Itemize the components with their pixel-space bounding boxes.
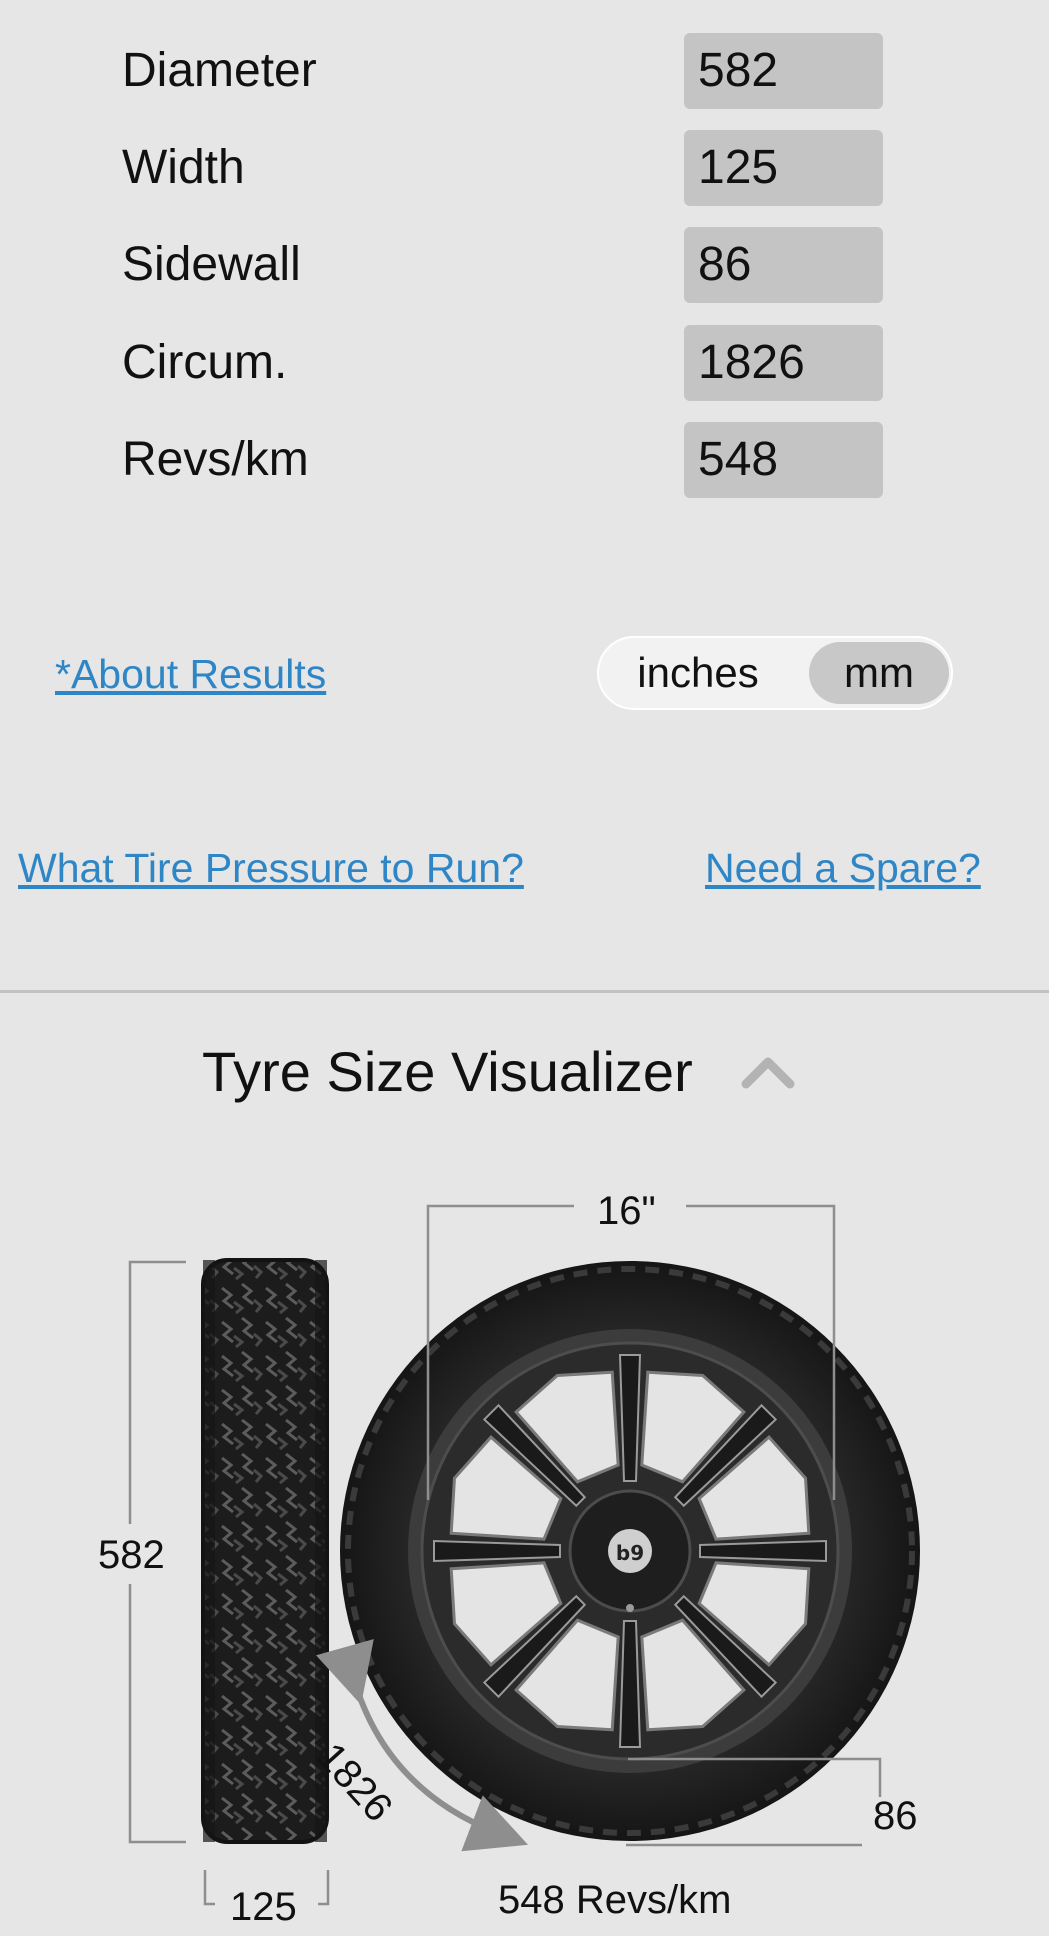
result-value-circumference: 1826 [684, 325, 883, 401]
sidewall-label: 86 [873, 1794, 918, 1838]
result-value-diameter: 582 [684, 33, 883, 109]
unit-toggle: inches mm [597, 636, 953, 710]
width-label: 125 [230, 1885, 297, 1929]
wheel-spoke [618, 1354, 642, 1482]
result-row-sidewall: Sidewall 86 [0, 227, 1049, 303]
result-value-sidewall: 86 [684, 227, 883, 303]
need-spare-link[interactable]: Need a Spare? [705, 845, 981, 891]
section-divider [0, 990, 1049, 993]
visualizer-title: Tyre Size Visualizer [202, 1040, 693, 1103]
visualizer-header[interactable]: Tyre Size Visualizer [0, 1030, 1049, 1110]
result-label: Diameter [122, 44, 317, 97]
result-label: Width [122, 141, 245, 194]
chevron-up-icon[interactable] [740, 1044, 796, 1100]
rim-size-label: 16" [597, 1189, 656, 1233]
result-row-circumference: Circum. 1826 [0, 325, 1049, 401]
unit-option-inches[interactable]: inches [603, 642, 793, 704]
tyre-side-profile [201, 1258, 329, 1844]
result-value-width: 125 [684, 130, 883, 206]
result-label: Revs/km [122, 433, 309, 486]
wheel-spoke [699, 1539, 827, 1563]
result-value-revs-per-km: 548 [684, 422, 883, 498]
about-results-link[interactable]: *About Results [55, 651, 326, 697]
result-row-width: Width 125 [0, 130, 1049, 206]
tire-pressure-link[interactable]: What Tire Pressure to Run? [18, 845, 524, 891]
diameter-label: 582 [98, 1533, 165, 1577]
revs-per-km-label: 548 Revs/km [498, 1878, 732, 1922]
result-row-diameter: Diameter 582 [0, 33, 1049, 109]
wheel-spoke [618, 1620, 642, 1748]
result-label: Sidewall [122, 238, 301, 291]
result-label: Circum. [122, 336, 288, 389]
wheel-spoke [433, 1539, 561, 1563]
tyre-visualizer: b9 16" 582 125 86 1826 548 Revs/km [0, 1180, 1049, 1936]
hub-logo: b9 [616, 1541, 644, 1565]
unit-option-mm[interactable]: mm [809, 642, 949, 704]
result-row-revs-per-km: Revs/km 548 [0, 422, 1049, 498]
